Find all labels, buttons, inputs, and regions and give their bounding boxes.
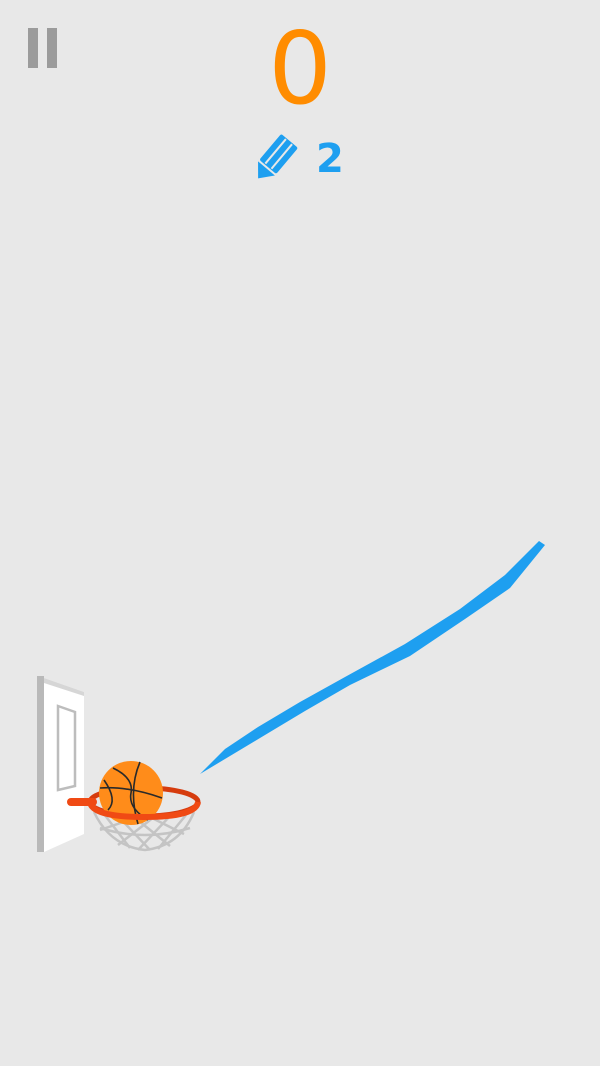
drawn-line xyxy=(200,541,545,774)
backboard xyxy=(44,678,84,852)
game-scene[interactable] xyxy=(0,0,600,1066)
backboard-pole xyxy=(37,676,44,852)
